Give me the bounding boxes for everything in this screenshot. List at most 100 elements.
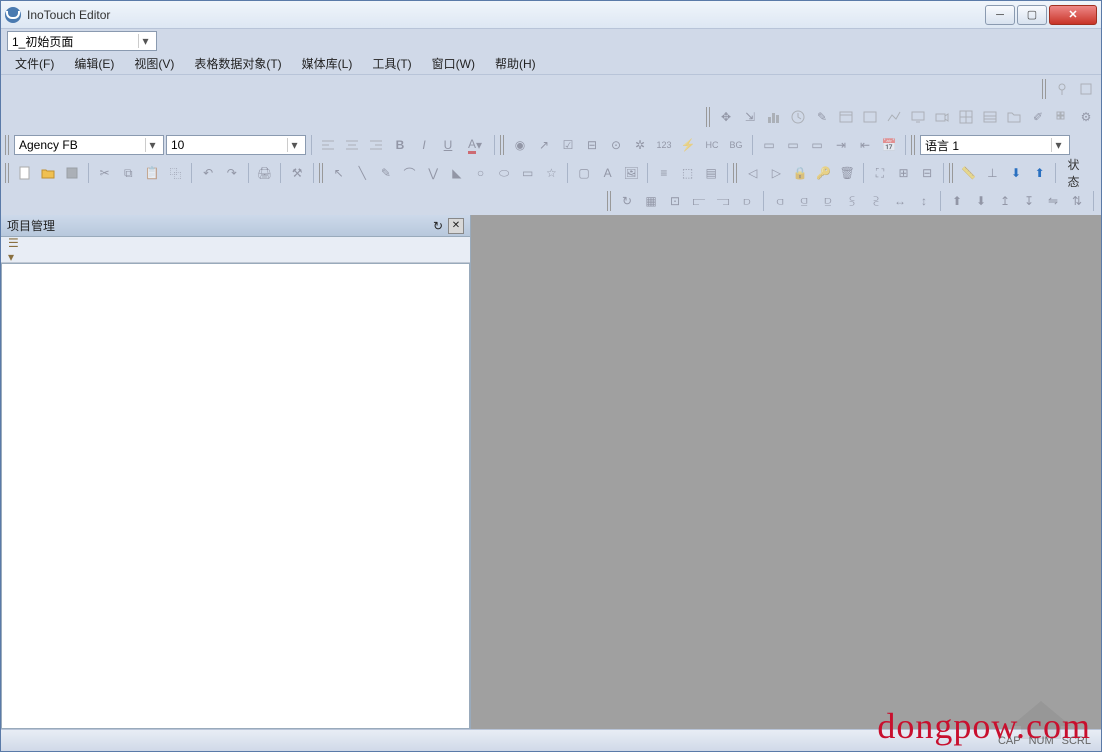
separator	[248, 163, 249, 183]
delete-icon: 🗑	[836, 162, 858, 184]
lock-icon: 🔒	[789, 162, 811, 184]
close-button[interactable]: ✕	[1049, 5, 1097, 25]
font-name-combo[interactable]: Agency FB ▾	[14, 135, 164, 155]
trend-icon	[883, 106, 905, 128]
chevron-down-icon[interactable]: ▾	[145, 138, 159, 152]
dist-h-icon: ⫓	[841, 190, 863, 212]
grid2-icon: ▦	[640, 190, 662, 212]
toolbar-row-1	[1, 75, 1101, 103]
numeric-icon: 123	[653, 134, 675, 156]
ruler2-icon: ⊥	[982, 162, 1004, 184]
align-m-icon: ⫑	[793, 190, 815, 212]
language-combo[interactable]: 语言 1 ▾	[920, 135, 1070, 155]
menu-edit[interactable]: 编辑(E)	[66, 53, 122, 74]
font-size-combo[interactable]: 10 ▾	[166, 135, 306, 155]
separator	[905, 135, 906, 155]
chevron-down-icon[interactable]: ▾	[138, 34, 152, 48]
bg-icon: BG	[725, 134, 747, 156]
triangle-icon: ◣	[446, 162, 468, 184]
status-num: NUM	[1029, 735, 1054, 747]
grip-icon	[607, 191, 612, 211]
page-selector-value: 1_初始页面	[12, 33, 73, 50]
ellipse-icon: ⬭	[493, 162, 515, 184]
refresh-icon[interactable]: ↻	[430, 218, 446, 234]
app-icon	[5, 7, 21, 23]
page-selector-row: 1_初始页面 ▾	[1, 29, 1101, 53]
titlebar: InoTouch Editor ─ ▢ ✕	[1, 1, 1101, 29]
window-title: InoTouch Editor	[27, 8, 983, 22]
snap-icon: ⊡	[664, 190, 686, 212]
slider-icon: ⊟	[581, 134, 603, 156]
status-button[interactable]: 状态	[1061, 162, 1097, 184]
menu-file[interactable]: 文件(F)	[7, 53, 62, 74]
group-icon: ⊞	[893, 162, 915, 184]
layers-icon: ⬚	[677, 162, 699, 184]
connector-icon: ⇲	[739, 106, 761, 128]
toolbar-row-4: ✂ ⧉ 📋 ⿻ ↶ ↷ 🖨 ⚒ ↖ ╲ ✎ ⌒ ⋁ ◣ ○ ⬭ ▭ ☆ ▢ A	[1, 159, 1101, 187]
polyline-icon: ⋁	[422, 162, 444, 184]
chevron-down-icon[interactable]: ▾	[1051, 138, 1065, 152]
toolbar-row-3: Agency FB ▾ 10 ▾ B I U A ▾ ◉ ↗ ☑ ⊟ ⊙ ✲ 1…	[1, 131, 1101, 159]
undo-icon: ↶	[197, 162, 219, 184]
back-icon: ⬇	[970, 190, 992, 212]
grip-icon	[733, 163, 738, 183]
download-icon[interactable]: ⬇	[1005, 162, 1027, 184]
tree-menu-icon[interactable]: ☰ ▾	[7, 239, 29, 261]
chevron-down-icon[interactable]: ▾	[287, 138, 301, 152]
new-icon[interactable]	[14, 162, 36, 184]
page-icon: ▭	[758, 134, 780, 156]
separator	[191, 163, 192, 183]
edit-icon: ✎	[811, 106, 833, 128]
align-l-icon: ⫍	[688, 190, 710, 212]
separator	[311, 135, 312, 155]
menu-media[interactable]: 媒体库(L)	[294, 53, 361, 74]
menu-table[interactable]: 表格数据对象(T)	[186, 53, 289, 74]
align-t-icon: ⫏	[769, 190, 791, 212]
font-size-value: 10	[171, 138, 184, 152]
folder-icon	[1003, 106, 1025, 128]
panel-header: 项目管理 ↻ ✕	[1, 215, 470, 237]
scale-icon: ≡	[653, 162, 675, 184]
language-value: 语言 1	[925, 137, 959, 154]
menu-window[interactable]: 窗口(W)	[424, 53, 483, 74]
calendar-icon: 📅	[878, 134, 900, 156]
separator	[280, 163, 281, 183]
canvas-area[interactable]	[471, 215, 1101, 751]
minimize-button[interactable]: ─	[985, 5, 1015, 25]
align-left-icon	[317, 134, 339, 156]
grip-icon	[5, 163, 10, 183]
key-icon: 🔑	[813, 162, 835, 184]
font-name-value: Agency FB	[19, 138, 78, 152]
text-icon: A	[597, 162, 619, 184]
display-icon	[907, 106, 929, 128]
grip-icon	[949, 163, 954, 183]
separator	[88, 163, 89, 183]
menu-tools[interactable]: 工具(T)	[364, 53, 419, 74]
page-selector[interactable]: 1_初始页面 ▾	[7, 31, 157, 51]
copy-icon: ⧉	[117, 162, 139, 184]
compile-icon: ⚒	[286, 162, 308, 184]
go-prev-icon: ◁	[742, 162, 764, 184]
cut-icon: ✂	[94, 162, 116, 184]
separator	[863, 163, 864, 183]
toolbar-row-5: ↻ ▦ ⊡ ⫍ ⫎ ⫐ ⫏ ⫑ ⫒ ⫓ ⫔ ↔ ↕ ⬆ ⬇ ↥ ↧ ⇋ ⇅	[1, 187, 1101, 215]
menu-view[interactable]: 视图(V)	[126, 53, 182, 74]
pen-icon: ✐	[1027, 106, 1049, 128]
open-icon[interactable]	[38, 162, 60, 184]
bold-icon: B	[389, 134, 411, 156]
page3-icon: ▭	[806, 134, 828, 156]
circle-icon: ○	[470, 162, 492, 184]
panel-title: 项目管理	[7, 217, 55, 234]
upload-icon[interactable]: ⬆	[1029, 162, 1051, 184]
duplicate-icon: ⿻	[165, 162, 187, 184]
menu-help[interactable]: 帮助(H)	[487, 53, 544, 74]
separator	[763, 191, 764, 211]
close-panel-icon[interactable]: ✕	[448, 218, 464, 234]
maximize-button[interactable]: ▢	[1017, 5, 1047, 25]
line-icon: ╲	[351, 162, 373, 184]
project-tree[interactable]	[1, 263, 470, 729]
hc-icon: HC	[701, 134, 723, 156]
statusbar: CAP NUM SCRL	[1, 729, 1101, 751]
flip-h-icon: ⇋	[1042, 190, 1064, 212]
grip-icon	[1042, 79, 1047, 99]
